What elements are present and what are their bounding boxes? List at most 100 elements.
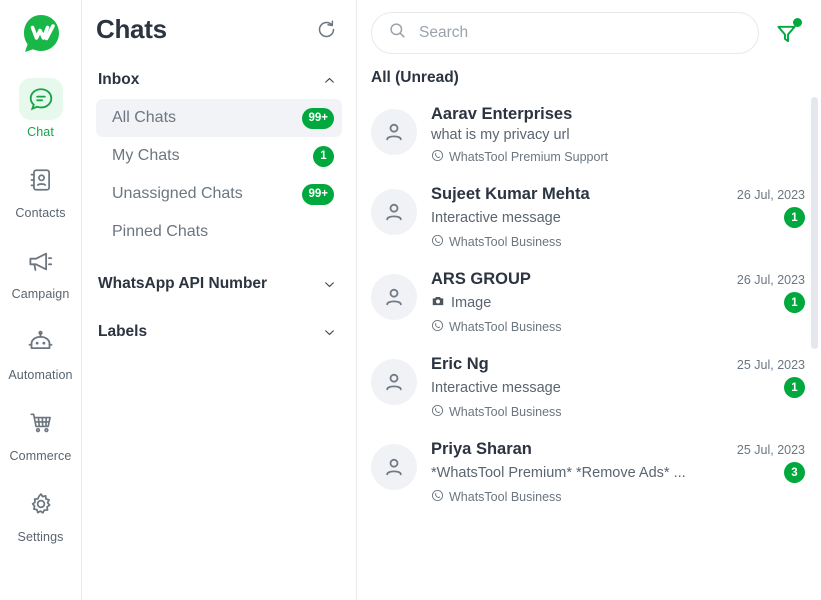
search-icon — [388, 21, 407, 45]
chat-preview-message-wrap: Image — [431, 294, 491, 312]
group-inbox: Inbox All Chats 99+ My Chats 1 Unassigne… — [96, 65, 342, 251]
chat-source-label: WhatsTool Business — [449, 490, 562, 504]
chat-unread-badge: 1 — [784, 377, 805, 398]
chat-item-body: Aarav Enterprises what is my privacy url — [431, 105, 805, 165]
app-root: Chat Contacts Campaign Automation Commer… — [0, 0, 821, 600]
chat-unread-badge: 3 — [784, 462, 805, 483]
avatar — [371, 274, 417, 320]
chat-source: WhatsTool Business — [431, 234, 805, 250]
chat-preview-message: Interactive message — [431, 209, 561, 226]
chat-contact-name: ARS GROUP — [431, 270, 531, 288]
chat-timestamp: 26 Jul, 2023 — [736, 188, 805, 202]
chat-list-item[interactable]: Sujeet Kumar Mehta 26 Jul, 2023 Interact… — [357, 175, 821, 260]
rail-item-contacts[interactable]: Contacts — [0, 153, 82, 222]
rail-item-automation[interactable]: Automation — [0, 315, 82, 384]
whatsapp-icon — [431, 234, 444, 250]
chat-item-body: Sujeet Kumar Mehta 26 Jul, 2023 Interact… — [431, 185, 805, 250]
sidebar-item-unassigned-chats[interactable]: Unassigned Chats 99+ — [96, 175, 342, 213]
search-input[interactable]: Search — [371, 12, 759, 54]
chat-item-body: Priya Sharan 25 Jul, 2023 *WhatsTool Pre… — [431, 440, 805, 505]
chats-sidebar: Chats Inbox All Chats 99+ My Chats 1 Una… — [82, 0, 357, 600]
chat-source-label: WhatsTool Premium Support — [449, 150, 609, 164]
group-title: Labels — [98, 323, 148, 340]
avatar — [371, 109, 417, 155]
group-whatsapp-api-number: WhatsApp API Number — [96, 269, 342, 299]
chat-contact-name: Eric Ng — [431, 355, 489, 373]
rail-item-chat[interactable]: Chat — [0, 72, 82, 141]
unread-badge: 99+ — [302, 183, 334, 205]
group-header-labels[interactable]: Labels — [96, 317, 342, 347]
chat-list-item[interactable]: Eric Ng 25 Jul, 2023 Interactive message… — [357, 345, 821, 430]
chat-preview-message: *WhatsTool Premium* *Remove Ads* ... — [431, 464, 686, 481]
search-placeholder: Search — [419, 24, 469, 41]
chat-unread-badge: 1 — [784, 292, 805, 313]
chat-source-label: WhatsTool Business — [449, 320, 562, 334]
unread-badge: 1 — [313, 145, 334, 167]
sidebar-item-label: My Chats — [112, 147, 180, 164]
whatsapp-icon — [431, 489, 444, 505]
rail-label: Contacts — [15, 206, 66, 220]
avatar — [371, 444, 417, 490]
chat-timestamp: 25 Jul, 2023 — [736, 443, 805, 457]
group-title: WhatsApp API Number — [98, 275, 268, 292]
sidebar-item-label: Pinned Chats — [112, 223, 209, 240]
chat-item-body: ARS GROUP 26 Jul, 2023 Image 1 WhatsTool… — [431, 270, 805, 335]
scrollbar-thumb[interactable] — [811, 97, 818, 349]
group-header-whatsapp-api-number[interactable]: WhatsApp API Number — [96, 269, 342, 299]
chat-source: WhatsTool Business — [431, 319, 805, 335]
chat-list-item[interactable]: ARS GROUP 26 Jul, 2023 Image 1 WhatsTool… — [357, 260, 821, 345]
group-title: Inbox — [98, 71, 140, 88]
group-header-inbox[interactable]: Inbox — [96, 65, 342, 95]
chat-timestamp: 26 Jul, 2023 — [736, 273, 805, 287]
avatar — [371, 189, 417, 235]
chat-source: WhatsTool Business — [431, 489, 805, 505]
group-labels: Labels — [96, 317, 342, 347]
filter-active-dot — [793, 18, 802, 27]
avatar — [371, 359, 417, 405]
search-row: Search — [357, 0, 821, 54]
chat-preview-message: Interactive message — [431, 379, 561, 396]
chat-contact-name: Sujeet Kumar Mehta — [431, 185, 590, 203]
robot-icon — [19, 321, 63, 363]
whatsapp-icon — [431, 149, 444, 165]
whatsapp-icon — [431, 404, 444, 420]
contacts-book-icon — [19, 159, 63, 201]
app-logo[interactable] — [0, 8, 82, 60]
rail-item-commerce[interactable]: Commerce — [0, 396, 82, 465]
list-title: All (Unread) — [371, 69, 459, 86]
sidebar-item-pinned-chats[interactable]: Pinned Chats — [96, 213, 342, 251]
sidebar-item-label: Unassigned Chats — [112, 185, 243, 202]
sidebar-item-my-chats[interactable]: My Chats 1 — [96, 137, 342, 175]
megaphone-icon — [19, 240, 63, 282]
scrollbar[interactable] — [811, 95, 818, 591]
chat-preview-message: what is my privacy url — [431, 127, 570, 143]
chat-source-label: WhatsTool Business — [449, 405, 562, 419]
rail-item-settings[interactable]: Settings — [0, 477, 82, 546]
rail-label: Chat — [27, 125, 54, 139]
chat-contact-name: Aarav Enterprises — [431, 105, 573, 123]
chat-scroll-area[interactable]: Aarav Enterprises what is my privacy url — [357, 95, 821, 591]
rail-label: Commerce — [9, 449, 72, 463]
refresh-icon[interactable] — [312, 16, 340, 44]
chat-unread-badge: 1 — [784, 207, 805, 228]
gear-icon — [19, 483, 63, 525]
chat-preview-message: Image — [451, 294, 492, 311]
chat-timestamp: 25 Jul, 2023 — [736, 358, 805, 372]
whatsapp-icon — [431, 319, 444, 335]
rail-item-campaign[interactable]: Campaign — [0, 234, 82, 303]
camera-icon — [431, 294, 445, 312]
chat-contact-name: Priya Sharan — [431, 440, 532, 458]
chat-bubble-icon — [18, 78, 63, 120]
inbox-nav-list: All Chats 99+ My Chats 1 Unassigned Chat… — [96, 99, 342, 251]
chat-item-body: Eric Ng 25 Jul, 2023 Interactive message… — [431, 355, 805, 420]
chat-source: WhatsTool Premium Support — [431, 149, 805, 165]
sidebar-item-all-chats[interactable]: All Chats 99+ — [96, 99, 342, 137]
unread-badge: 99+ — [302, 107, 334, 129]
chat-list-panel: Search All (Unread) Aarav Enterprises wh… — [357, 0, 821, 600]
filter-funnel-icon[interactable] — [765, 12, 807, 54]
chat-source: WhatsTool Business — [431, 404, 805, 420]
chat-list-item[interactable]: Priya Sharan 25 Jul, 2023 *WhatsTool Pre… — [357, 430, 821, 515]
rail-label: Settings — [17, 530, 64, 544]
chevron-down-icon — [322, 277, 336, 291]
chat-list-item[interactable]: Aarav Enterprises what is my privacy url — [357, 95, 821, 175]
